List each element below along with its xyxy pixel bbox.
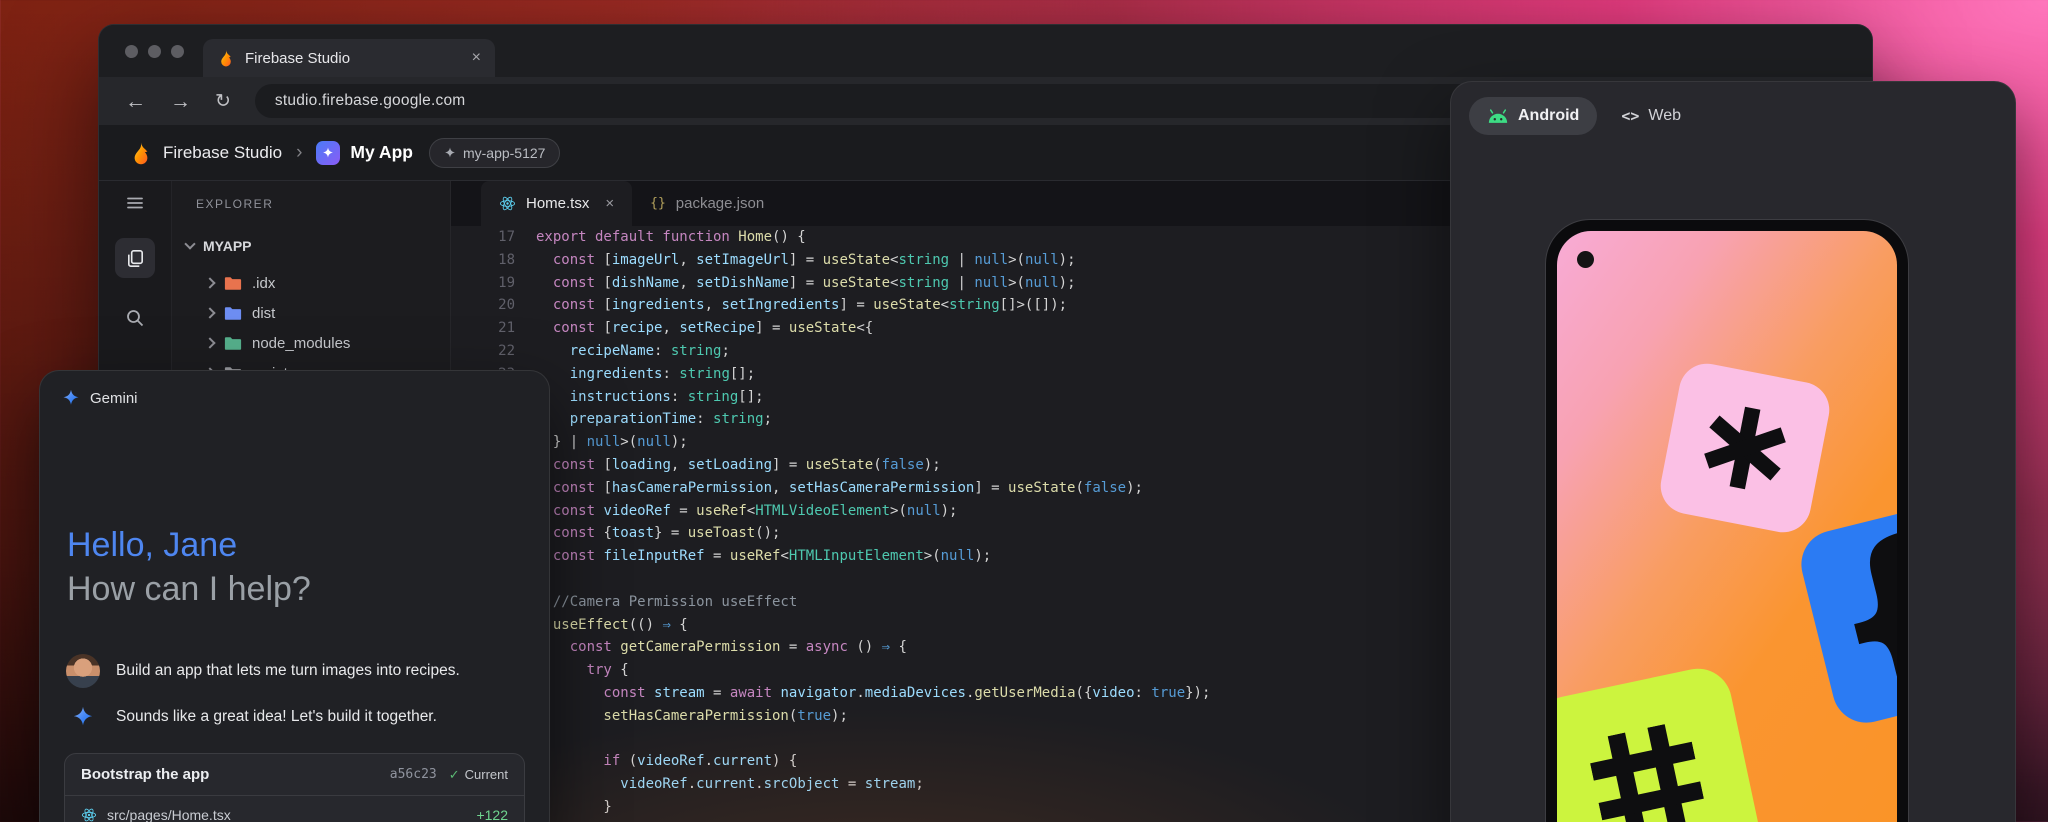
gemini-greeting: Hello, Jane How can I help? xyxy=(67,523,311,611)
chat-message-user: Build an app that lets me turn images in… xyxy=(66,653,527,689)
camera-punch-hole xyxy=(1577,251,1594,268)
tree-item-node_modules[interactable]: node_modules xyxy=(172,328,450,358)
brace-icon: { xyxy=(1809,506,1897,723)
assistant-message-text: Sounds like a great idea! Let's build it… xyxy=(116,708,437,726)
spark-icon xyxy=(444,147,456,159)
line-number: 22 xyxy=(451,340,523,363)
editor-tab-label: package.json xyxy=(676,195,764,212)
gemini-header: Gemini xyxy=(62,389,138,407)
app-icon xyxy=(316,141,340,165)
line-number: 18 xyxy=(451,249,523,272)
spark-icon xyxy=(322,147,334,159)
editor-tab-home[interactable]: Home.tsx × xyxy=(481,181,632,226)
toggle-android-label: Android xyxy=(1518,107,1579,125)
line-number: 19 xyxy=(451,272,523,295)
chevron-right-icon xyxy=(204,337,215,348)
changed-file-row[interactable]: src/pages/Home.tsx +122 xyxy=(65,796,524,822)
browser-titlebar: Firebase Studio × xyxy=(99,25,1872,77)
check-icon: ✓ xyxy=(449,767,460,783)
preview-panel: Android <> Web { xyxy=(1450,81,2016,822)
bootstrap-card-header: Bootstrap the app a56c23 ✓ Current xyxy=(65,754,524,795)
editor-tab-package[interactable]: {} package.json xyxy=(632,181,782,226)
tree-item-label: node_modules xyxy=(252,335,350,352)
folder-icon xyxy=(224,276,242,291)
bootstrap-card-title: Bootstrap the app xyxy=(81,766,390,783)
search-button[interactable] xyxy=(115,298,155,338)
chat-message-assistant: Sounds like a great idea! Let's build it… xyxy=(66,699,527,735)
tree-root[interactable]: MYAPP xyxy=(186,233,252,259)
braces-icon: {} xyxy=(650,196,666,211)
brace-tile: { xyxy=(1794,492,1897,730)
phone-screen: { xyxy=(1557,231,1897,822)
gemini-panel: Gemini Hello, Jane How can I help? Build… xyxy=(39,370,550,822)
tree-item-label: .idx xyxy=(252,275,275,292)
gemini-icon xyxy=(66,706,100,728)
bootstrap-card[interactable]: Bootstrap the app a56c23 ✓ Current src/p… xyxy=(64,753,525,822)
forward-button[interactable]: → xyxy=(170,91,191,112)
window-minimize-button[interactable] xyxy=(148,45,161,58)
changed-file-path: src/pages/Home.tsx xyxy=(107,807,466,822)
line-number: 20 xyxy=(451,294,523,317)
code-icon: <> xyxy=(1621,107,1639,125)
tab-close-icon[interactable]: × xyxy=(472,49,481,67)
react-icon xyxy=(81,807,97,822)
hamburger-icon xyxy=(125,193,145,213)
project-badge[interactable]: my-app-5127 xyxy=(429,138,561,168)
app-name: My App xyxy=(350,142,413,163)
search-icon xyxy=(125,308,145,328)
grid-tile xyxy=(1557,662,1766,822)
tree-root-label: MYAPP xyxy=(203,238,252,254)
tree-item-idx[interactable]: .idx xyxy=(172,268,450,298)
gemini-title: Gemini xyxy=(90,390,138,407)
firebase-logo-icon xyxy=(217,49,235,67)
files-icon xyxy=(125,248,146,269)
editor-tab-label: Home.tsx xyxy=(526,195,589,212)
asterisk-icon xyxy=(1691,394,1799,502)
firebase-logo-icon xyxy=(129,141,153,165)
close-icon[interactable]: × xyxy=(605,195,614,212)
folder-icon xyxy=(224,336,242,351)
line-number: 17 xyxy=(451,226,523,249)
desktop-background: { "window": { "tab_title": "Firebase Stu… xyxy=(0,0,2048,822)
greeting-primary: Hello, Jane xyxy=(67,523,311,567)
address-url: studio.firebase.google.com xyxy=(275,92,465,110)
toggle-web[interactable]: <> Web xyxy=(1621,107,1681,125)
explorer-button[interactable] xyxy=(115,238,155,278)
chat-messages: Build an app that lets me turn images in… xyxy=(66,653,527,735)
commit-hash: a56c23 xyxy=(390,767,437,782)
user-avatar xyxy=(66,654,100,688)
greeting-secondary: How can I help? xyxy=(67,567,311,611)
user-message-text: Build an app that lets me turn images in… xyxy=(116,662,460,680)
window-close-button[interactable] xyxy=(125,45,138,58)
chevron-down-icon xyxy=(184,238,195,249)
product-name: Firebase Studio xyxy=(163,143,282,163)
asterisk-tile xyxy=(1656,359,1834,537)
phone-mockup: { xyxy=(1546,220,1908,822)
toggle-web-label: Web xyxy=(1648,107,1681,125)
browser-tab-title: Firebase Studio xyxy=(245,50,462,67)
line-number: 21 xyxy=(451,317,523,340)
tree-item-dist[interactable]: dist xyxy=(172,298,450,328)
react-icon xyxy=(499,195,516,212)
chevron-right-icon xyxy=(204,307,215,318)
back-button[interactable]: ← xyxy=(125,91,146,112)
reload-button[interactable]: ↻ xyxy=(215,92,231,111)
menu-button[interactable] xyxy=(115,183,155,223)
chevron-right-icon xyxy=(204,277,215,288)
status-badge: Current xyxy=(465,767,508,782)
android-icon xyxy=(1487,109,1509,124)
folder-icon xyxy=(224,306,242,321)
tree-item-label: dist xyxy=(252,305,275,322)
gemini-icon xyxy=(62,389,80,407)
breadcrumb-separator: › xyxy=(296,142,302,164)
diff-additions: +122 xyxy=(476,807,508,822)
window-controls xyxy=(125,45,184,58)
window-zoom-button[interactable] xyxy=(171,45,184,58)
browser-tab[interactable]: Firebase Studio × xyxy=(203,39,495,77)
toggle-android[interactable]: Android xyxy=(1469,97,1597,135)
grid-icon xyxy=(1585,719,1708,822)
project-id: my-app-5127 xyxy=(463,145,546,161)
explorer-title: EXPLORER xyxy=(196,197,273,211)
preview-toggles: Android <> Web xyxy=(1469,96,1681,136)
